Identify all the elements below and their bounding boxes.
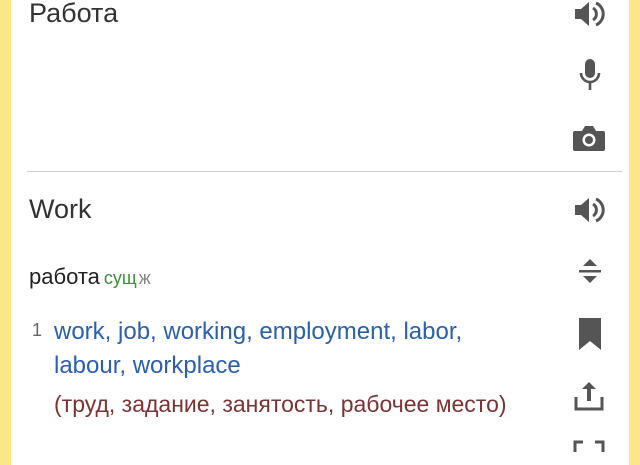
sense-number: 1 [32,320,43,340]
speaker-icon[interactable] [573,0,605,28]
dictionary-entry-header: работа сущ ж [29,264,151,290]
sense-translations[interactable]: work, job, working, employment, labor, l… [54,315,524,383]
part-of-speech: сущ [103,268,137,288]
share-icon[interactable] [574,380,604,412]
gender-tag: ж [138,268,151,288]
speaker-icon[interactable] [573,196,605,224]
translated-text: Work [29,194,92,224]
microphone-icon[interactable] [579,58,601,92]
translator-panel: Работа Work работа сущ ж 1 work, job, work… [11,0,629,465]
bookmark-icon[interactable] [578,317,602,351]
source-text[interactable]: Работа [29,0,118,29]
camera-icon[interactable] [572,124,606,152]
lemma: работа [29,264,100,289]
sense-russian-gloss: (труд, задание, занятость, рабочее место… [54,391,507,417]
section-divider [27,171,622,172]
fullscreen-icon[interactable] [573,440,605,465]
expand-collapse-icon[interactable] [578,258,602,284]
